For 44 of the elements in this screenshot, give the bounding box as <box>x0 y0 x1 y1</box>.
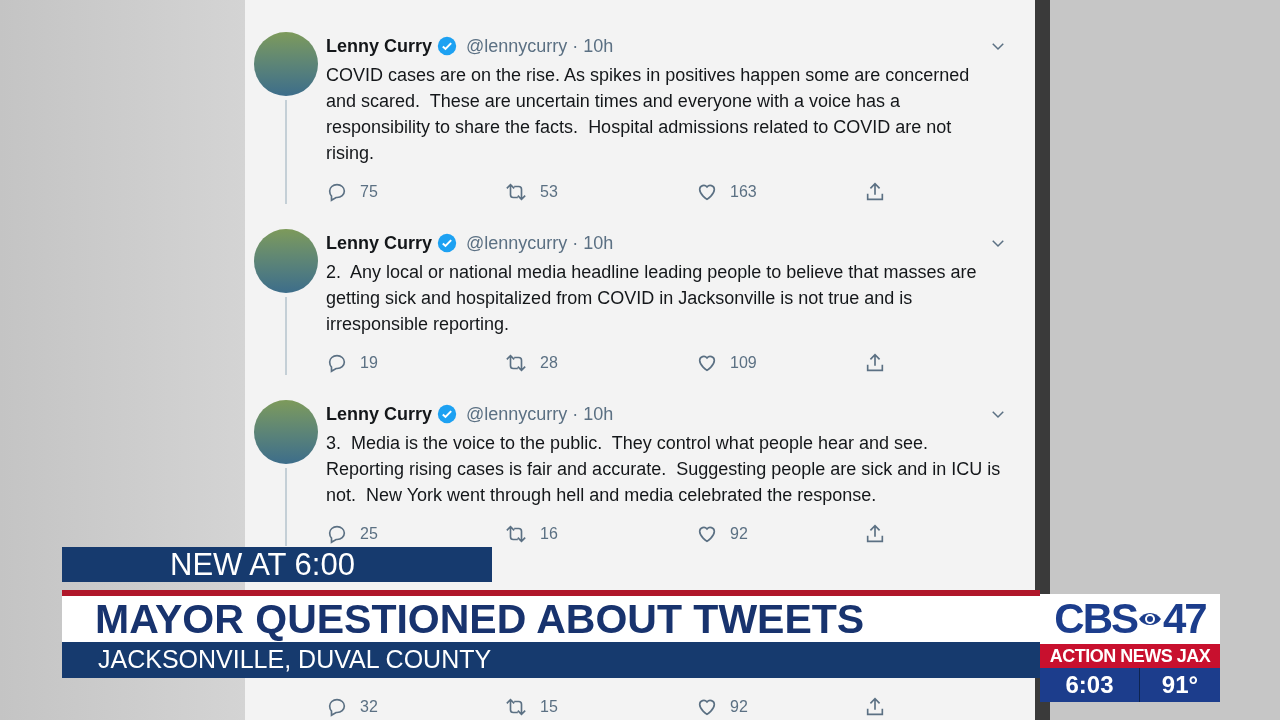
tweet-text: 2. Any local or national media headline leading people to believe that masses are getting sick and hospitalized from COVID in Jacksonville is not true and is irresponsible reporting. <box>326 261 978 336</box>
tweet-time: · 10h <box>572 402 614 426</box>
reply-icon[interactable] <box>326 523 348 545</box>
reply-icon[interactable] <box>326 352 348 374</box>
share-icon[interactable] <box>864 523 886 545</box>
share-icon[interactable] <box>864 352 886 374</box>
action-count: 16 <box>540 524 558 544</box>
author-name[interactable]: Lenny Curry <box>326 229 433 257</box>
author-handle[interactable]: @lennycurry <box>466 229 568 257</box>
temperature-text: 91° <box>1160 670 1200 700</box>
action-count: 163 <box>730 182 757 202</box>
action-count: 28 <box>540 353 558 373</box>
tweet-text: 3. Media is the voice to the public. They control what people hear and see. Reporting rising cases is fair and accurate. Suggesting people are sick and in ICU is not. New York went through hell and media celebrated the response. <box>326 432 1002 507</box>
retweet-icon[interactable] <box>504 352 528 374</box>
action-count: 109 <box>730 353 757 373</box>
tweet-text: COVID cases are on the rise. As spikes in positives happen some are concerned and scared. These are uncertain times and everyone with a voice has a responsibility to share the facts. Hospital admissions related to COVID are not rising. <box>326 64 971 165</box>
retweet-icon[interactable] <box>504 696 528 718</box>
tweet-time: · 10h <box>572 231 614 255</box>
action-count: 15 <box>540 697 558 717</box>
author-name[interactable]: Lenny Curry <box>326 32 433 60</box>
action-count: 92 <box>730 697 748 717</box>
action-count: 75 <box>360 182 378 202</box>
logo-text: CBS <box>1054 594 1137 644</box>
author-handle[interactable]: @lennycurry <box>466 400 568 428</box>
reply-icon[interactable] <box>326 696 348 718</box>
action-count: 25 <box>360 524 378 544</box>
clock-text: 6:03 <box>1040 668 1140 702</box>
brand-text: ACTION NEWS JAX <box>1040 644 1220 668</box>
action-count: 92 <box>730 524 748 544</box>
author-name[interactable]: Lenny Curry <box>326 400 433 428</box>
author-handle[interactable]: @lennycurry <box>466 32 568 60</box>
share-icon[interactable] <box>864 696 886 718</box>
share-icon[interactable] <box>864 181 886 203</box>
reply-icon[interactable] <box>326 181 348 203</box>
news-tag-overlay: NEW AT 6:00 <box>62 547 492 582</box>
logo-text: 47 <box>1163 594 1206 644</box>
action-count: 53 <box>540 182 558 202</box>
retweet-icon[interactable] <box>504 523 528 545</box>
location-text: JACKSONVILLE, DUVAL COUNTY <box>97 644 493 675</box>
headline: MAYOR QUESTIONED ABOUT TWEETS <box>62 596 1040 642</box>
action-count: 32 <box>360 697 378 717</box>
action-count: 19 <box>360 353 378 373</box>
retweet-icon[interactable] <box>504 181 528 203</box>
tweet-time: · 10h <box>572 34 614 58</box>
